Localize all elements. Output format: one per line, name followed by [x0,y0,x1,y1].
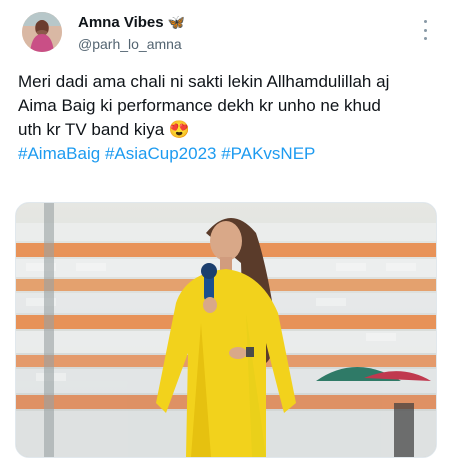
hashtags: #AimaBaig #AsiaCup2023 #PAKvsNEP [18,142,438,166]
hashtag-aimabaig[interactable]: #AimaBaig [18,144,100,163]
tweet-line: Aima Baig ki performance dekh kr unho ne… [18,96,381,115]
tweet-media[interactable] [15,202,437,458]
singer-performance-photo-icon [16,203,436,457]
heart-eyes-emoji: 😍 [168,120,191,139]
display-name[interactable]: Amna Vibes [78,14,164,31]
butterfly-emoji: 🦋 [167,14,186,30]
tweet-line: uth kr TV band kiya 😍 [18,118,438,142]
name-row: Amna Vibes 🦋 [78,14,185,31]
user-handle[interactable]: @parh_lo_amna [78,36,182,52]
avatar-photo-icon [22,12,62,52]
tweet-line-text: uth kr TV band kiya [18,120,165,139]
avatar[interactable] [22,12,62,52]
tweet-line: Meri dadi ama chali ni sakti lekin Allha… [18,72,390,91]
tweet-text: Meri dadi ama chali ni sakti lekin Allha… [18,70,438,166]
hashtag-asiacup2023[interactable]: #AsiaCup2023 [105,144,217,163]
more-vertical-icon[interactable] [418,20,432,40]
hashtag-pakvsnep[interactable]: #PAKvsNEP [221,144,315,163]
